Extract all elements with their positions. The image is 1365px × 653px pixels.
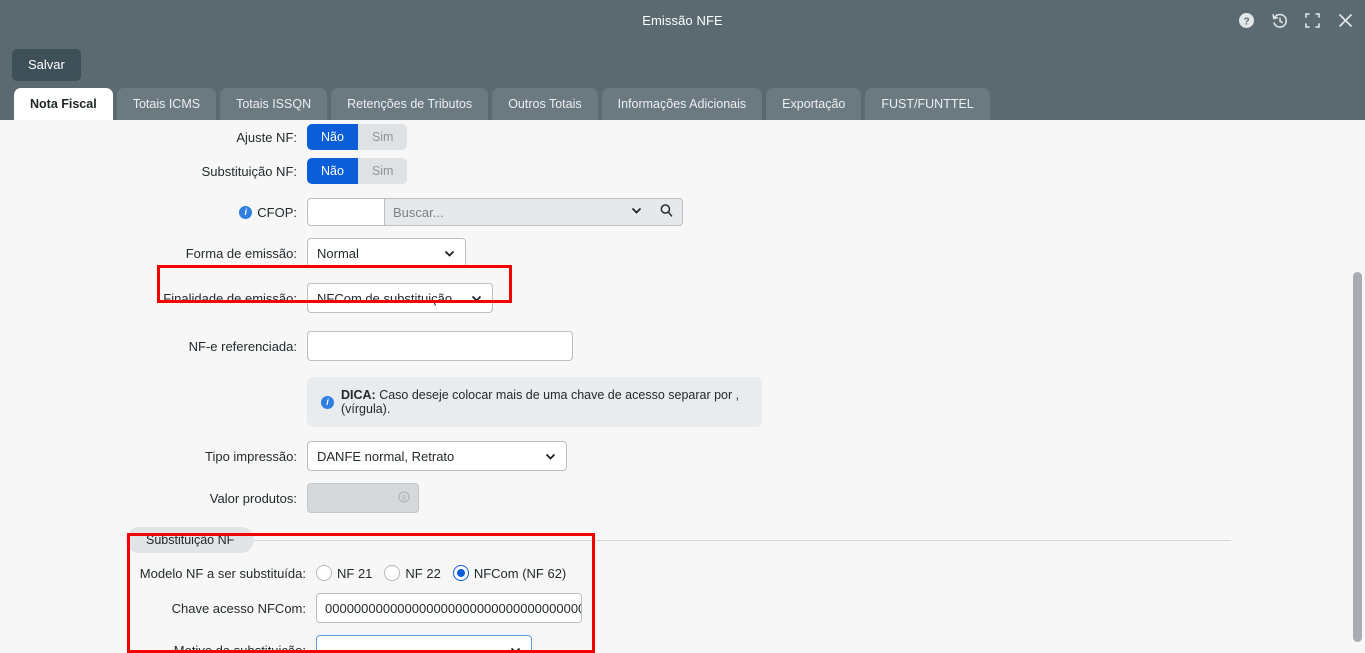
valor-produtos-input: $	[307, 483, 419, 513]
info-icon: i	[321, 395, 334, 409]
field-motivo-substituicao: Motivo da substituição: ---	[0, 635, 1365, 653]
search-icon[interactable]	[659, 203, 674, 221]
cfop-label-text: CFOP:	[257, 204, 297, 220]
hint-prefix: DICA:	[341, 388, 376, 402]
field-nfe-referenciada: NF-e referenciada:	[0, 331, 1365, 361]
radio-nfcom-nf-62[interactable]: NFCom (NF 62)	[452, 565, 567, 581]
radio-nf-22[interactable]: NF 22	[384, 565, 441, 581]
cfop-search-combo: Buscar...	[307, 198, 683, 226]
fullscreen-icon[interactable]	[1303, 11, 1322, 30]
radio-circle-icon	[384, 565, 401, 581]
finalidade-emissao-value: NFCom de substituição	[317, 290, 453, 306]
chevron-down-icon	[544, 450, 557, 463]
tab-retencoes-de-tributos[interactable]: Retenções de Tributos	[331, 88, 489, 120]
radio-nf-21[interactable]: NF 21	[316, 565, 372, 581]
cfop-search-input[interactable]: Buscar...	[385, 198, 683, 226]
chave-acesso-label: Chave acesso NFCom:	[171, 600, 306, 616]
chevron-down-icon	[509, 644, 522, 653]
form-content: Ajuste NF: Não Sim Substituição NF: Não …	[0, 120, 1365, 653]
field-substituicao-nf: Substituição NF: Não Sim	[0, 158, 1365, 184]
modelo-nf-label: Modelo NF a ser substituída:	[139, 565, 306, 581]
toolbar: Salvar	[0, 41, 1365, 88]
save-button[interactable]: Salvar	[12, 48, 81, 81]
title-bar-actions: ?	[1237, 0, 1355, 41]
forma-emissao-select[interactable]: Normal	[307, 238, 466, 268]
chave-acesso-input[interactable]: 0000000000000000000000000000000000000...	[316, 593, 582, 623]
motivo-substituicao-value: ---	[326, 642, 339, 653]
field-finalidade-emissao: Finalidade de emissão: NFCom de substitu…	[0, 283, 1365, 313]
substituicao-nf-toggle[interactable]: Não Sim	[307, 158, 408, 184]
emissao-nfe-window: Emissão NFE ? Salvar Nota Fiscal Totais …	[0, 0, 1365, 653]
nota-fiscal-form: Ajuste NF: Não Sim Substituição NF: Não …	[0, 120, 1365, 653]
history-icon[interactable]	[1270, 11, 1289, 30]
nfe-referenciada-label: NF-e referenciada:	[188, 338, 297, 354]
cfop-label: i CFOP:	[0, 205, 307, 220]
ajuste-nf-toggle[interactable]: Não Sim	[307, 124, 408, 150]
radio-nf-22-label: NF 22	[405, 565, 441, 581]
page-title: Emissão NFE	[642, 13, 723, 28]
ajuste-nf-option-sim[interactable]: Sim	[357, 124, 408, 150]
currency-icon: $	[398, 491, 410, 506]
valor-produtos-label: Valor produtos:	[209, 490, 297, 506]
svg-text:$: $	[402, 495, 406, 502]
cfop-search-icons	[630, 203, 674, 221]
section-substituicao-nf: Substituição NF	[126, 527, 1231, 553]
substituicao-nf-label: Substituição NF:	[201, 163, 297, 179]
motivo-substituicao-select[interactable]: ---	[316, 635, 532, 653]
close-icon[interactable]	[1336, 11, 1355, 30]
motivo-substituicao-label: Motivo da substituição:	[173, 642, 306, 653]
modelo-nf-radio-group: NF 21 NF 22 NFCom (NF 62)	[316, 565, 566, 581]
chevron-down-icon	[470, 292, 483, 305]
ajuste-nf-label: Ajuste NF:	[236, 129, 297, 145]
help-icon[interactable]: ?	[1237, 11, 1256, 30]
hint-text: DICA: Caso deseje colocar mais de uma ch…	[341, 388, 748, 416]
field-cfop: i CFOP: Buscar...	[0, 198, 1365, 226]
section-title: Substituição NF	[126, 527, 255, 553]
hint-box: i DICA: Caso deseje colocar mais de uma …	[307, 377, 762, 427]
scrollbar-thumb[interactable]	[1353, 272, 1362, 642]
field-tipo-impressao: Tipo impressão: DANFE normal, Retrato	[0, 441, 1365, 471]
radio-nf-21-label: NF 21	[337, 565, 373, 581]
field-ajuste-nf: Ajuste NF: Não Sim	[0, 124, 1365, 150]
tab-bar: Nota Fiscal Totais ICMS Totais ISSQN Ret…	[0, 88, 1365, 120]
title-bar: Emissão NFE ?	[0, 0, 1365, 41]
forma-emissao-value: Normal	[317, 245, 359, 261]
nfe-referenciada-input[interactable]	[307, 331, 573, 361]
field-modelo-nf: Modelo NF a ser substituída: NF 21 NF 22…	[0, 565, 1365, 581]
vertical-scrollbar[interactable]	[1353, 120, 1362, 653]
tab-informacoes-adicionais[interactable]: Informações Adicionais	[601, 88, 763, 120]
field-valor-produtos: Valor produtos: $	[0, 483, 1365, 513]
finalidade-emissao-label: Finalidade de emissão:	[163, 290, 297, 306]
tab-totais-issqn[interactable]: Totais ISSQN	[220, 88, 328, 120]
tab-exportacao[interactable]: Exportação	[766, 88, 862, 120]
tab-totais-icms[interactable]: Totais ICMS	[116, 88, 217, 120]
hint-body: Caso deseje colocar mais de uma chave de…	[341, 388, 740, 416]
section-divider	[254, 539, 1231, 541]
cfop-code-input[interactable]	[307, 198, 385, 226]
info-icon: i	[239, 205, 253, 219]
chevron-down-icon	[443, 247, 456, 260]
svg-text:?: ?	[1243, 16, 1249, 27]
tab-fust-funttel[interactable]: FUST/FUNTTEL	[865, 88, 990, 120]
field-forma-emissao: Forma de emissão: Normal	[0, 238, 1365, 268]
radio-circle-icon	[316, 565, 332, 581]
radio-nfcom-nf-62-label: NFCom (NF 62)	[473, 565, 567, 581]
tab-nota-fiscal[interactable]: Nota Fiscal	[14, 88, 113, 120]
cfop-search-placeholder: Buscar...	[393, 204, 444, 220]
radio-circle-checked-icon	[452, 565, 469, 581]
tab-outros-totais[interactable]: Outros Totais	[492, 88, 598, 120]
tipo-impressao-select[interactable]: DANFE normal, Retrato	[307, 441, 567, 471]
finalidade-emissao-select[interactable]: NFCom de substituição	[307, 283, 493, 313]
ajuste-nf-option-nao[interactable]: Não	[307, 124, 358, 150]
substituicao-nf-option-nao[interactable]: Não	[307, 158, 358, 184]
chevron-down-icon[interactable]	[630, 204, 643, 220]
forma-emissao-label: Forma de emissão:	[185, 245, 297, 261]
field-chave-acesso-nfcom: Chave acesso NFCom: 00000000000000000000…	[0, 593, 1365, 623]
substituicao-nf-option-sim[interactable]: Sim	[357, 158, 408, 184]
tipo-impressao-value: DANFE normal, Retrato	[317, 448, 455, 464]
tipo-impressao-label: Tipo impressão:	[205, 448, 297, 464]
